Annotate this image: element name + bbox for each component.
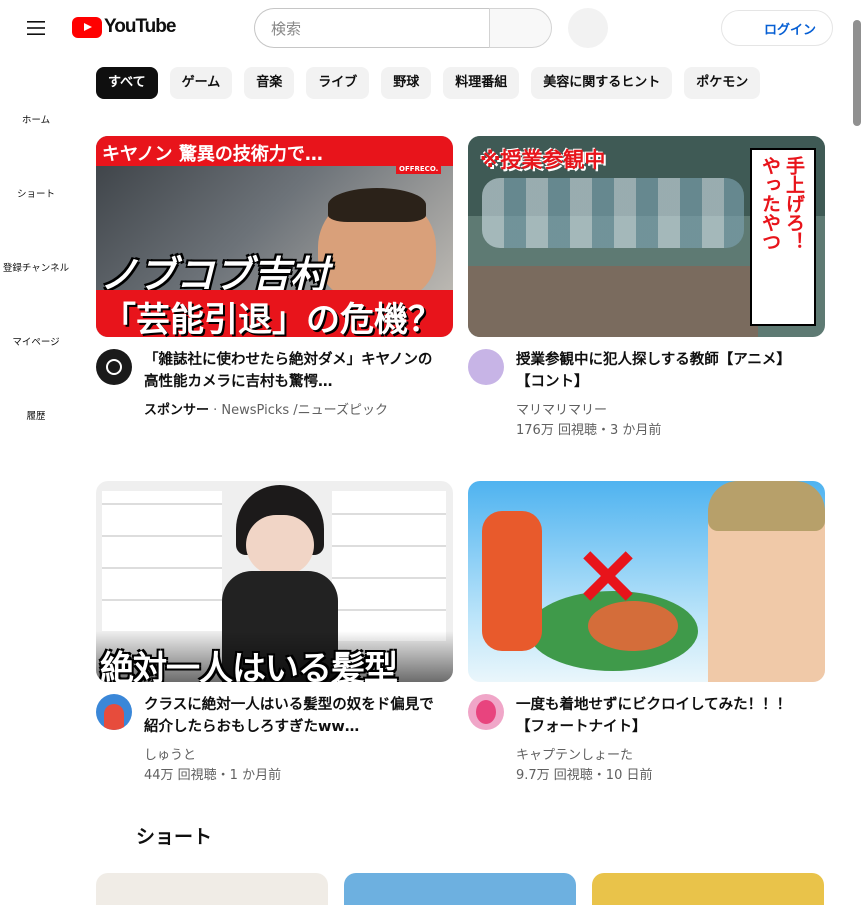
youtube-play-icon [72,16,102,38]
short-thumbnail[interactable] [96,873,328,905]
hamburger-icon [27,21,45,35]
chip-gaming[interactable]: ゲーム [169,67,233,99]
sidebar-item-label: 登録チャンネル [2,263,70,274]
sponsor-label: スポンサー [144,403,210,418]
thumbnail-badge: OFFRECO. [396,164,442,174]
thumbnail-caption: やったやつ [759,156,781,251]
channel-avatar[interactable] [468,694,504,730]
video-stats: 176万 回視聴・3 か月前 [516,423,662,438]
sidebar-item-subscriptions[interactable]: 登録チャンネル [0,204,72,278]
video-stats: 9.7万 回視聴・10 日前 [516,768,653,783]
sidebar-item-you[interactable]: マイページ [0,278,72,352]
login-label: ログイン [763,22,816,38]
youtube-logo[interactable]: YouTube [72,16,176,38]
search-input[interactable]: 検索 [254,8,489,48]
search-placeholder: 検索 [271,19,302,38]
search-box: 検索 [254,8,552,48]
login-button[interactable]: ログイン [721,10,833,46]
filter-chip-bar: すべて ゲーム 音楽 ライブ 野球 料理番組 美容に関するヒント ポケモン [96,67,781,100]
video-title[interactable]: 授業参観中に犯人探しする教師【アニメ】【コント】 [516,349,806,393]
thumbnail-caption: キヤノン 驚異の技術力で… [102,144,323,165]
voice-search-button[interactable] [568,8,608,48]
chip-all[interactable]: すべて [96,67,158,99]
sidebar-item-history[interactable]: 履歴 [0,352,72,426]
video-card[interactable]: キヤノン 驚異の技術力で… OFFRECO. ノブコブ吉村 「芸能引退」の危機？… [96,136,453,449]
channel-name[interactable]: しゅうと [144,744,196,763]
logo-text: YouTube [104,16,176,37]
video-title[interactable]: クラスに絶対一人はいる髪型の奴をド偏見で紹介したらおもしろすぎたww… [144,694,434,738]
video-thumbnail[interactable]: ※授業参観中 やったやつ 手上げろ！ [468,136,825,337]
search-button[interactable] [489,8,552,48]
page-scrollbar[interactable] [853,20,861,126]
channel-label: · NewsPicks /ニューズピック [209,403,389,418]
channel-avatar[interactable] [468,349,504,385]
channel-avatar[interactable] [96,694,132,730]
video-thumbnail[interactable]: 絶対一人はいる髪型 [96,481,453,682]
channel-name[interactable]: キャプテンしょーた [516,744,633,763]
thumbnail-caption: 手上げろ！ [783,156,805,251]
sidebar-item-home[interactable]: ホーム [0,56,72,130]
channel-avatar[interactable] [96,349,132,385]
sidebar-item-label: ホーム [21,115,51,126]
shorts-section-title: ショート [136,826,213,848]
chip-live[interactable]: ライブ [306,67,370,99]
video-title[interactable]: 一度も着地せずにビクロイしてみた！！！【フォートナイト】 [516,694,806,738]
sidebar-item-label: マイページ [12,337,60,348]
video-card[interactable]: 絶対一人はいる髪型 クラスに絶対一人はいる髪型の奴をド偏見で紹介したらおもしろす… [96,481,453,794]
thumbnail-caption: 「芸能引退」の危機？ [102,300,442,337]
short-thumbnail[interactable] [344,873,576,905]
chip-cooking[interactable]: 料理番組 [443,67,520,99]
video-thumbnail[interactable] [468,481,825,682]
thumbnail-caption: 絶対一人はいる髪型 [100,649,398,682]
video-thumbnail[interactable]: キヤノン 驚異の技術力で… OFFRECO. ノブコブ吉村 「芸能引退」の危機？ [96,136,453,337]
short-thumbnail[interactable] [592,873,824,905]
thumbnail-caption: ※授業参観中 [480,148,606,172]
channel-name[interactable]: マリマリマリー [516,399,607,418]
chip-baseball[interactable]: 野球 [381,67,432,99]
chip-music[interactable]: 音楽 [244,67,295,99]
video-card[interactable]: 一度も着地せずにビクロイしてみた！！！【フォートナイト】 キャプテンしょーた 9… [468,481,825,794]
sidebar-item-shorts[interactable]: ショート [0,130,72,204]
channel-name[interactable]: スポンサー · NewsPicks /ニューズピック [144,399,388,418]
video-stats: 44万 回視聴・1 か月前 [144,768,282,783]
video-card[interactable]: ※授業参観中 やったやつ 手上げろ！ 授業参観中に犯人探しする教師【アニメ】【コ… [468,136,825,449]
menu-button[interactable] [16,8,56,48]
video-title[interactable]: 「雑誌社に使わせたら絶対ダメ」キヤノンの高性能カメラに吉村も驚愕… [144,349,434,393]
chip-beauty[interactable]: 美容に関するヒント [531,67,673,99]
sidebar-item-label: 履歴 [26,411,46,422]
masthead: YouTube 検索 ログイン [0,0,865,56]
chip-pokemon[interactable]: ポケモン [684,67,761,99]
sidebar-item-label: ショート [16,189,55,200]
